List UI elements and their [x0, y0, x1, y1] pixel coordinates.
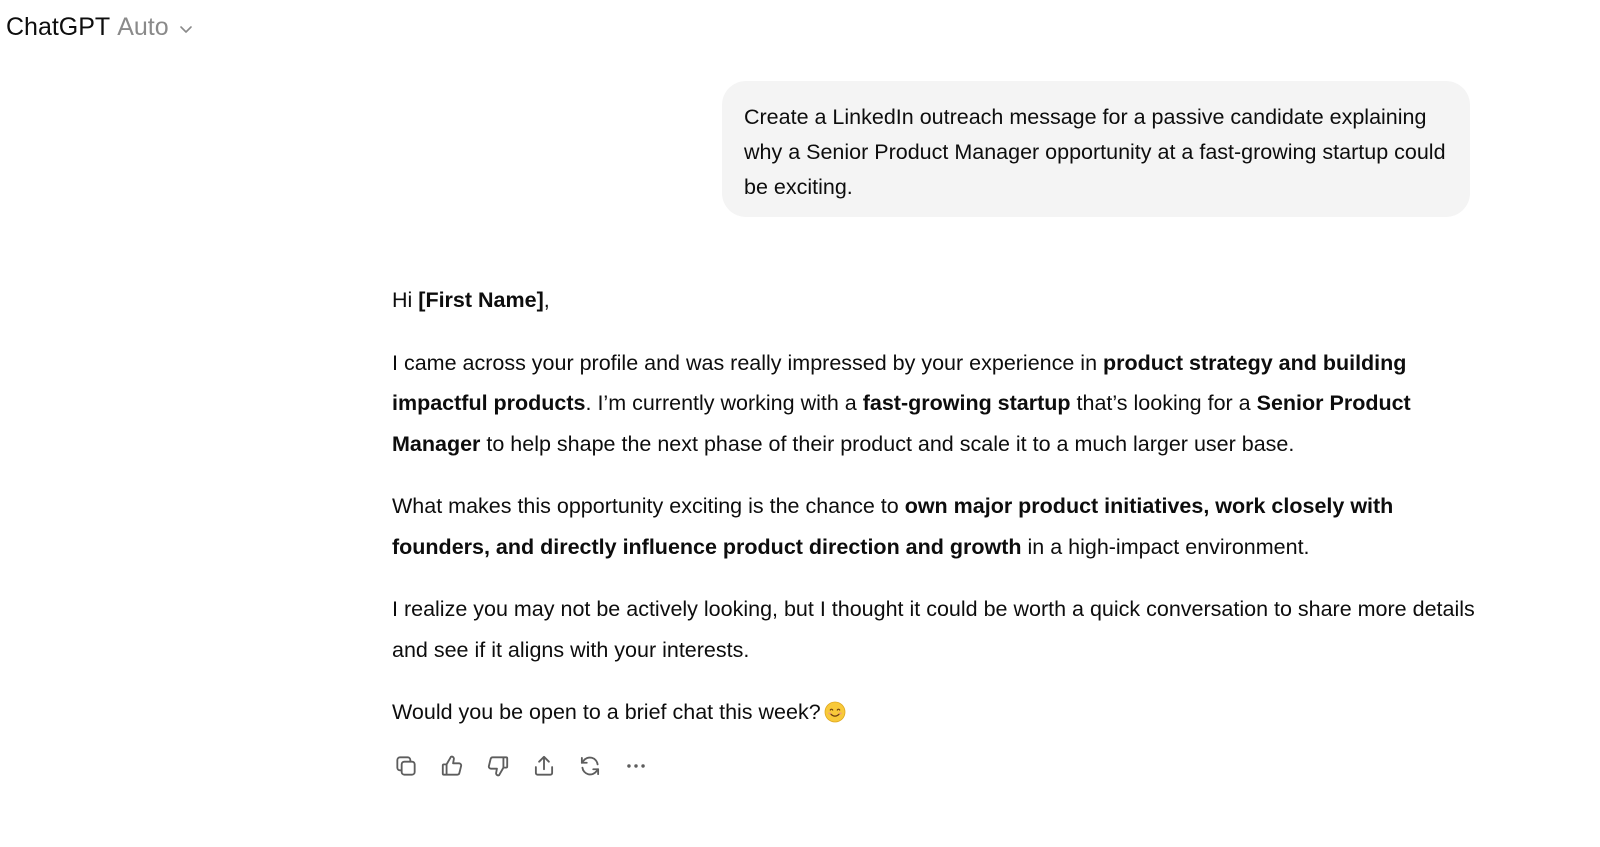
- user-message-bubble: Create a LinkedIn outreach message for a…: [722, 81, 1470, 217]
- p3-text: I realize you may not be actively lookin…: [392, 597, 1475, 662]
- regenerate-icon[interactable]: [576, 752, 604, 780]
- paragraph-intro: I came across your profile and was reall…: [392, 343, 1492, 465]
- paragraph-opportunity: What makes this opportunity exciting is …: [392, 486, 1492, 567]
- paragraph-conversation: I realize you may not be actively lookin…: [392, 589, 1492, 670]
- thumbs-down-icon[interactable]: [484, 752, 512, 780]
- greeting-text: Hi: [392, 288, 419, 312]
- greeting-line: Hi [First Name],: [392, 280, 1492, 321]
- thumbs-up-icon[interactable]: [438, 752, 466, 780]
- greeting-name-placeholder: [First Name]: [418, 288, 544, 312]
- more-options-icon[interactable]: [622, 752, 650, 780]
- closing-line: Would you be open to a brief chat this w…: [392, 692, 1492, 733]
- assistant-message: Hi [First Name], I came across your prof…: [392, 280, 1492, 755]
- p1-text-4: to help shape the next phase of their pr…: [480, 431, 1295, 456]
- smiling-face-emoji-icon: [824, 696, 846, 723]
- p1-text-3: that’s looking for a: [1070, 391, 1257, 415]
- greeting-punct: ,: [543, 288, 550, 312]
- p1-text-2: . I’m currently working with a: [585, 391, 863, 415]
- chat-page: ChatGPT Auto Create a LinkedIn outreach …: [0, 0, 1600, 847]
- user-message-text: Create a LinkedIn outreach message for a…: [744, 105, 1446, 199]
- message-actions: [392, 752, 650, 780]
- model-name: ChatGPT: [6, 12, 111, 41]
- p1-bold-2: fast-growing startup: [862, 391, 1071, 415]
- model-selector[interactable]: ChatGPT Auto: [6, 10, 194, 44]
- p2-text-1: What makes this opportunity exciting is …: [392, 494, 905, 518]
- p1-text-1: I came across your profile and was reall…: [392, 350, 1104, 375]
- copy-icon[interactable]: [392, 752, 420, 780]
- p2-text-2: in a high-impact environment.: [1021, 534, 1310, 559]
- model-mode: Auto: [117, 12, 169, 41]
- share-icon[interactable]: [530, 752, 558, 780]
- closing-text: Would you be open to a brief chat this w…: [392, 700, 821, 724]
- chevron-down-icon: [178, 21, 194, 37]
